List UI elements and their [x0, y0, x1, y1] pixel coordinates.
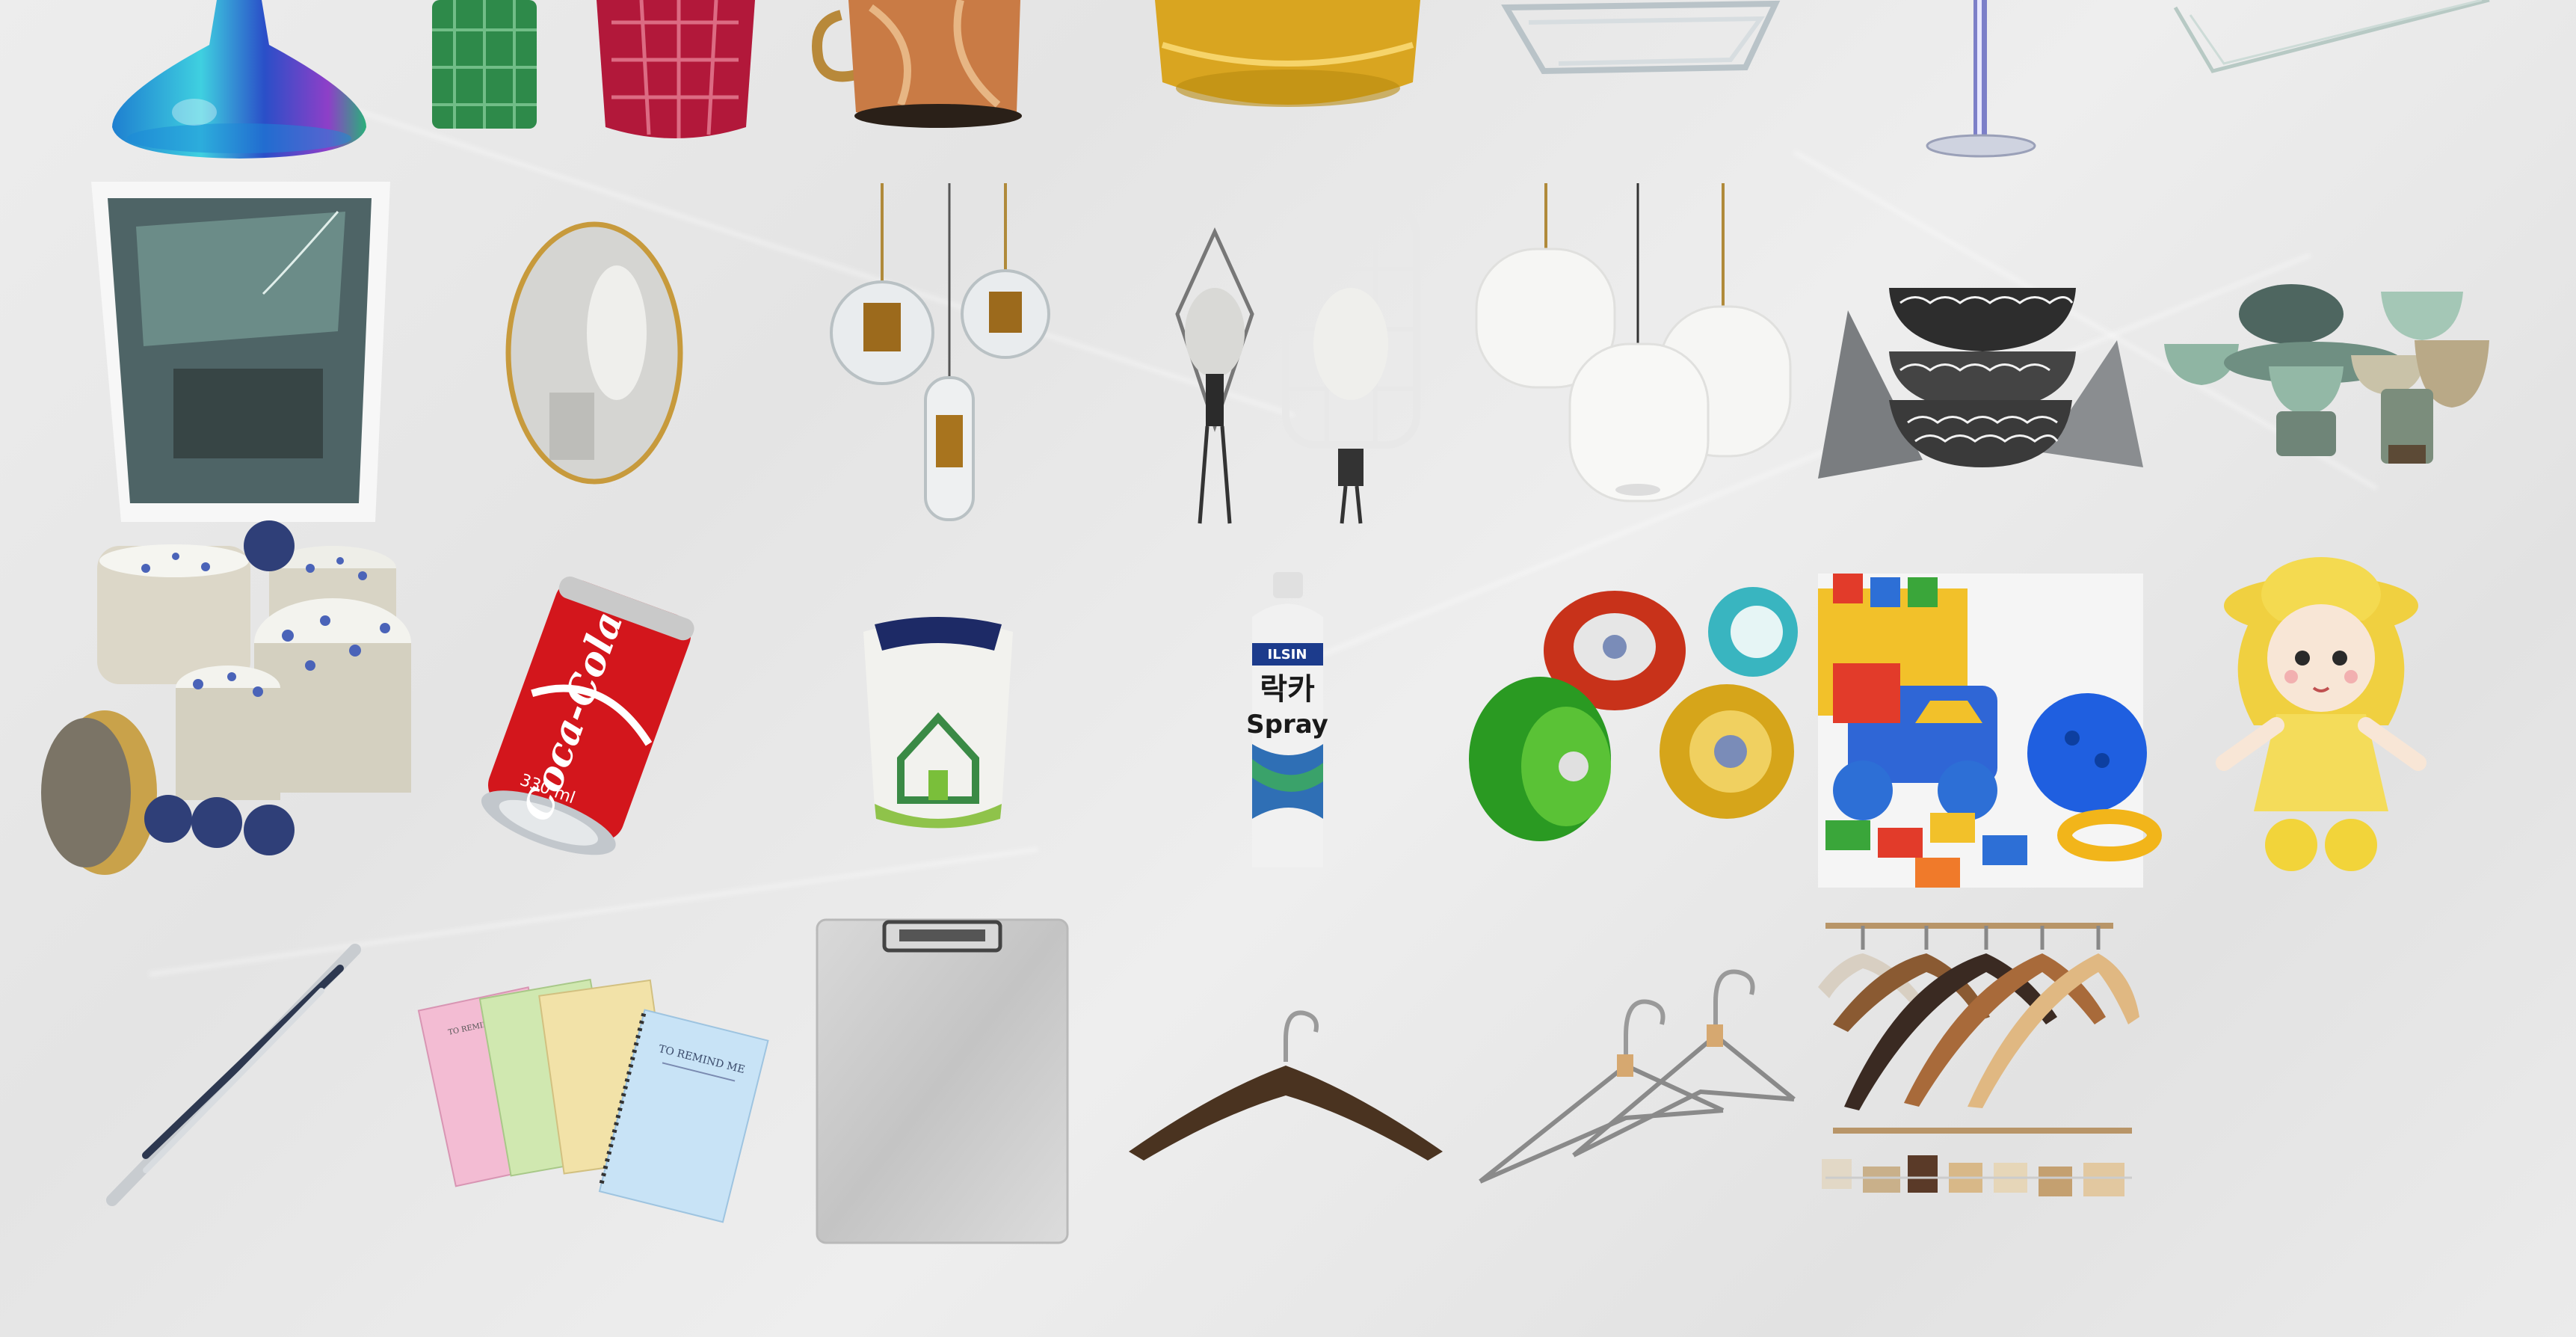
paper-cups-icon — [860, 617, 1017, 830]
cut-glass-cups-icon — [432, 0, 755, 146]
hanger-rack-icon — [1818, 920, 2143, 1219]
soda-can-icon: Coca-Cola 330 ml — [475, 577, 703, 856]
oval-mirror-icon — [505, 221, 684, 486]
hanger-icon — [1125, 1002, 1446, 1167]
copper-mug-icon — [811, 0, 1024, 131]
spray-label-text: Spray — [1246, 710, 1328, 740]
wire-hangers-icon — [1476, 968, 1798, 1193]
floral-plates-icon — [41, 520, 411, 875]
patterned-bowls-icon — [1818, 280, 2143, 479]
spray-korean-text: 락카 — [1260, 672, 1315, 707]
doll-icon — [2209, 553, 2426, 871]
white-lamps-icon — [1475, 183, 1794, 502]
plastic-toys-icon — [1818, 574, 2162, 888]
clipboard-icon — [813, 916, 1071, 1247]
iridescent-vase-icon — [105, 0, 374, 161]
amber-glass-bowl-icon — [1155, 0, 1420, 116]
spray-can-icon: ILSIN 락카 Spray — [1245, 572, 1331, 871]
glass-dish-icon — [1499, 0, 1787, 79]
pendant-lamps-icon — [830, 183, 1054, 523]
notebooks-icon: TO REMIND ME TO REMIND ME — [417, 978, 769, 1223]
pens-icon — [106, 944, 363, 1206]
wine-glass-icon — [1925, 0, 2037, 161]
framed-mirror-icon — [91, 182, 390, 522]
yoyos-icon — [1469, 583, 1798, 860]
cage-lamps-icon — [1155, 202, 1424, 524]
spray-brand-text: ILSIN — [1268, 647, 1307, 663]
glass-pane-icon — [2173, 0, 2497, 75]
green-ceramics-icon — [2164, 269, 2489, 467]
